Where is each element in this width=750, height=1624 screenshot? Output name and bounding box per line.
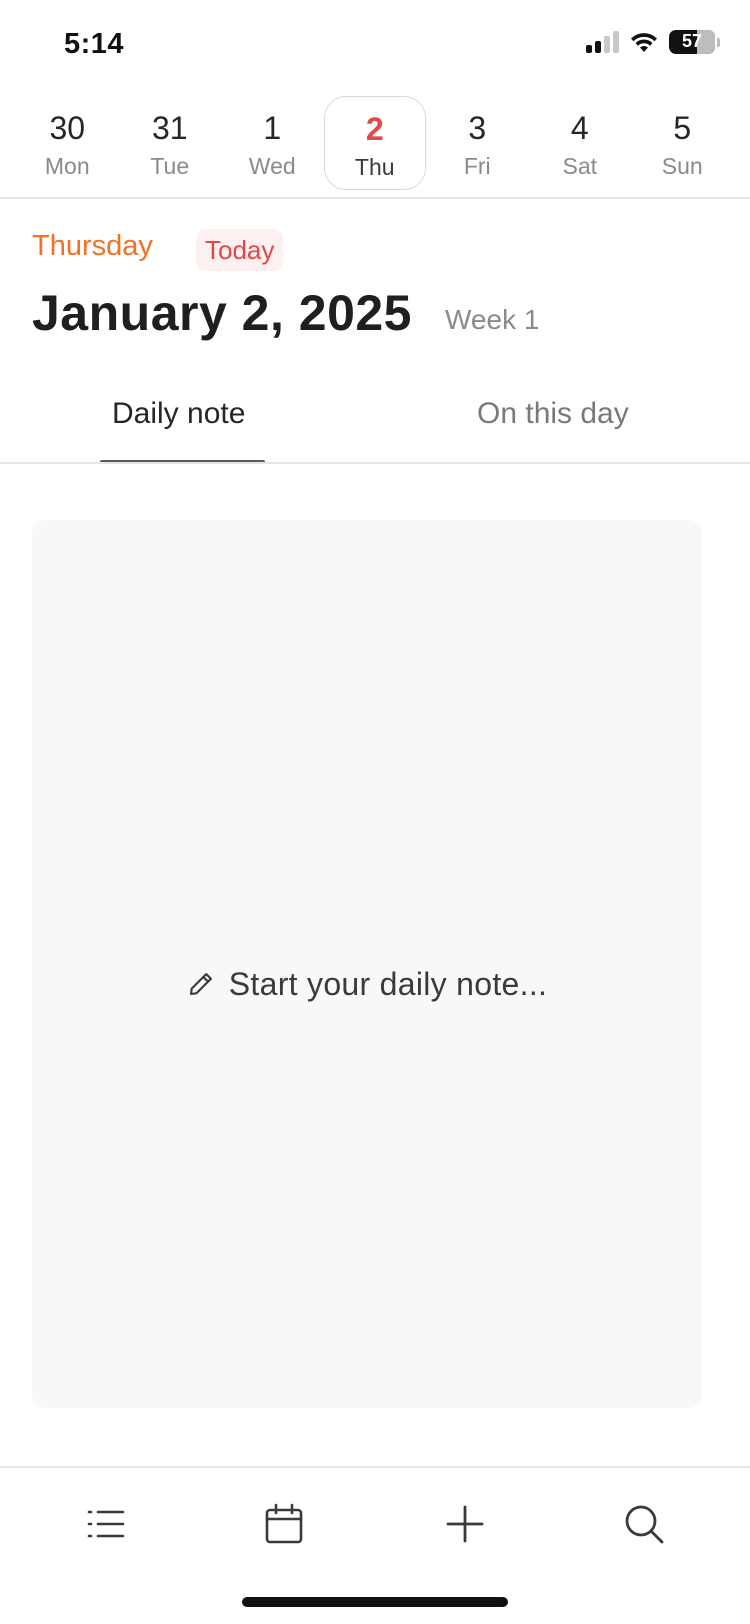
search-button[interactable]: [616, 1496, 672, 1552]
bottom-tab-bar: [0, 1468, 750, 1578]
day-name: Sun: [661, 153, 703, 179]
week-strip: 30 Mon 31 Tue 1 Wed 2 Thu 3 Fri 4 Sat 5 …: [16, 96, 734, 192]
status-bar: 5:14 57: [0, 0, 750, 90]
divider: [0, 197, 750, 199]
day-thu-selected[interactable]: 2 Thu: [323, 96, 426, 190]
day-fri[interactable]: 3 Fri: [426, 96, 529, 190]
day-mon[interactable]: 30 Mon: [16, 96, 119, 190]
battery-level: 57: [681, 31, 703, 51]
day-tue[interactable]: 31 Tue: [119, 96, 222, 190]
day-number: 4: [570, 110, 589, 146]
day-wed[interactable]: 1 Wed: [221, 96, 324, 190]
day-number: 2: [365, 111, 384, 147]
day-name: Wed: [248, 153, 296, 179]
wifi-icon: [631, 33, 657, 52]
day-name: Tue: [150, 153, 190, 179]
tab-daily-note[interactable]: Daily note: [112, 397, 245, 431]
today-badge: Today: [196, 229, 284, 271]
weekday-label: Thursday: [32, 230, 153, 262]
day-sat[interactable]: 4 Sat: [529, 96, 632, 190]
list-button[interactable]: [78, 1496, 134, 1552]
calendar-button[interactable]: [256, 1496, 312, 1552]
tabs: Daily note On this day: [0, 370, 750, 464]
day-sun[interactable]: 5 Sun: [631, 96, 734, 190]
divider: [0, 462, 750, 464]
home-indicator: [242, 1597, 508, 1607]
tab-on-this-day[interactable]: On this day: [477, 397, 629, 431]
status-time: 5:14: [64, 28, 125, 60]
day-number: 5: [673, 110, 692, 146]
search-icon: [625, 1505, 664, 1544]
page-title: January 2, 2025: [32, 285, 412, 341]
note-placeholder: Start your daily note...: [228, 965, 548, 1002]
daily-note-editor[interactable]: Start your daily note...: [32, 520, 702, 1408]
day-number: 3: [468, 110, 487, 146]
status-icons: 57: [586, 30, 720, 54]
app-root: 5:14 57 30 Mon 31 Tue 1 Wed 2 Thu 3 Fri …: [0, 0, 750, 1624]
calendar-icon: [265, 1503, 303, 1544]
add-note-button[interactable]: [437, 1496, 493, 1552]
battery-tip: [717, 37, 720, 47]
day-name: Mon: [44, 153, 90, 179]
note-prompt: Start your daily note...: [187, 966, 547, 1003]
list-icon: [87, 1510, 125, 1538]
day-number: 1: [263, 110, 282, 146]
day-number: 30: [49, 110, 86, 146]
day-name: Fri: [463, 153, 491, 179]
pencil-icon: [189, 973, 212, 995]
battery-icon: 57: [669, 30, 715, 54]
day-number: 31: [151, 110, 188, 146]
day-name: Thu: [354, 154, 395, 180]
week-label: Week 1: [445, 304, 540, 335]
cellular-signal-icon: [586, 31, 619, 53]
plus-icon: [446, 1505, 484, 1543]
day-name: Sat: [562, 153, 598, 179]
